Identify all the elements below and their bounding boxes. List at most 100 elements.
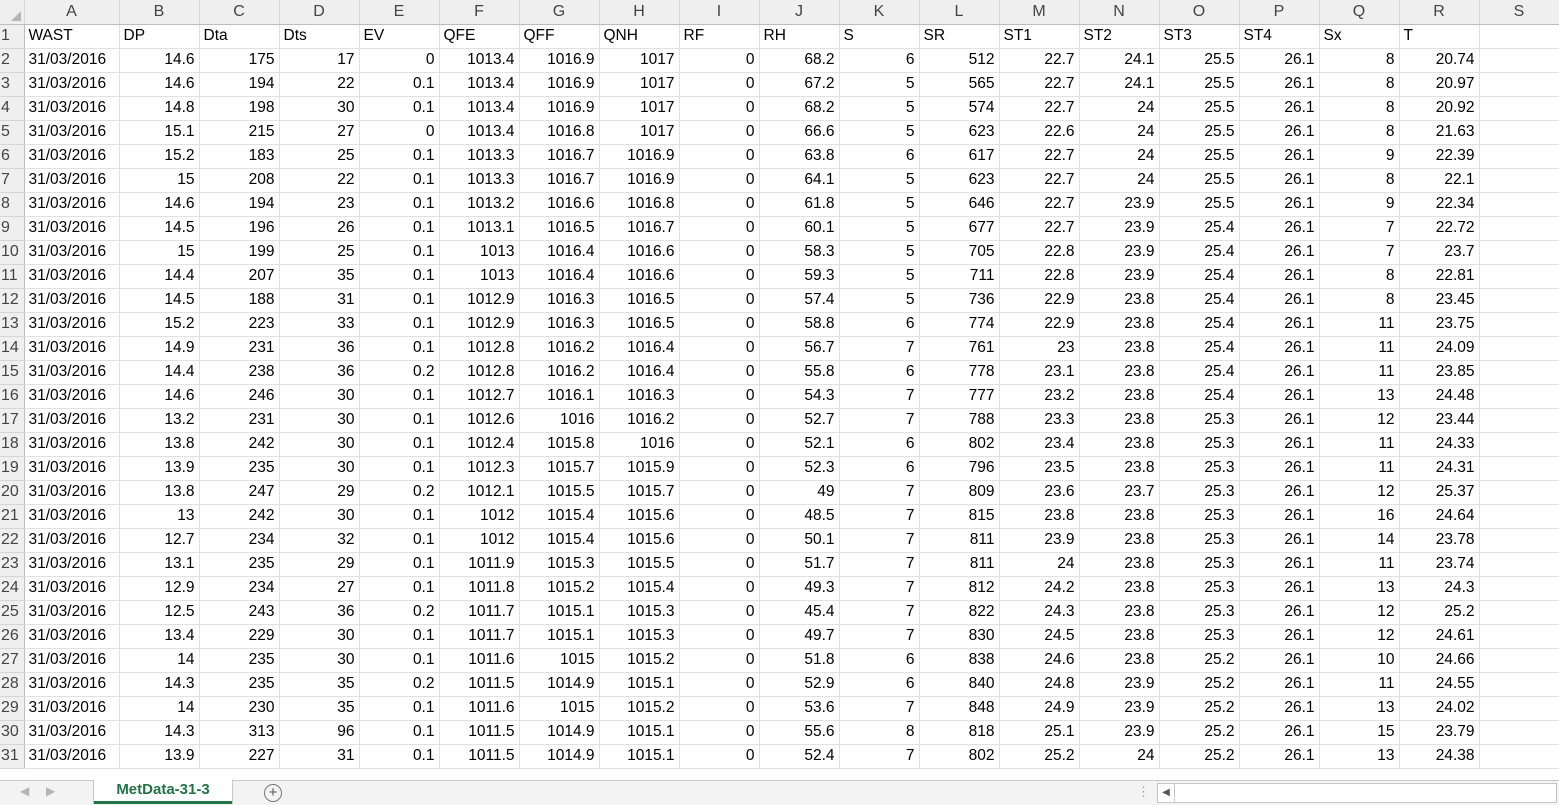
data-cell[interactable]: 8 xyxy=(839,720,920,745)
data-cell[interactable]: 14.3 xyxy=(119,672,200,697)
column-header[interactable]: D xyxy=(279,0,360,25)
data-cell[interactable]: 5 xyxy=(839,288,920,313)
data-cell[interactable]: 1015.7 xyxy=(519,456,600,481)
scroll-left-arrow-icon[interactable]: ◀ xyxy=(1158,784,1175,802)
data-cell[interactable]: 54.3 xyxy=(759,384,840,409)
data-cell[interactable]: 23.5 xyxy=(999,456,1080,481)
data-cell[interactable]: 23.8 xyxy=(999,504,1080,529)
data-cell[interactable]: 15 xyxy=(119,168,200,193)
data-cell[interactable]: 63.8 xyxy=(759,144,840,169)
data-cell[interactable]: 17 xyxy=(279,48,360,73)
data-cell[interactable]: 1012.6 xyxy=(439,408,520,433)
header-cell[interactable]: Dta xyxy=(199,24,280,49)
column-header[interactable]: S xyxy=(1479,0,1559,25)
data-cell[interactable]: 11 xyxy=(1319,336,1400,361)
data-cell[interactable]: 1015.6 xyxy=(599,528,680,553)
data-cell[interactable]: 53.6 xyxy=(759,696,840,721)
data-cell[interactable]: 1012.1 xyxy=(439,480,520,505)
data-cell[interactable]: 196 xyxy=(199,216,280,241)
sheet-tab-active[interactable]: MetData-31-3 xyxy=(94,780,232,804)
header-cell[interactable]: S xyxy=(839,24,920,49)
data-cell[interactable]: 23.8 xyxy=(1079,576,1160,601)
data-cell[interactable]: 0 xyxy=(679,312,760,337)
data-cell[interactable]: 11 xyxy=(1319,672,1400,697)
data-cell[interactable]: 25.3 xyxy=(1159,600,1240,625)
data-cell[interactable]: 23.8 xyxy=(1079,648,1160,673)
data-cell[interactable]: 24.5 xyxy=(999,624,1080,649)
data-cell[interactable]: 25.2 xyxy=(1399,600,1480,625)
data-cell[interactable]: 11 xyxy=(1319,456,1400,481)
data-cell[interactable]: 31/03/2016 xyxy=(24,648,120,673)
data-cell[interactable]: 25.5 xyxy=(1159,48,1240,73)
data-cell[interactable]: 6 xyxy=(839,432,920,457)
data-cell[interactable]: 0 xyxy=(679,264,760,289)
data-cell[interactable] xyxy=(1479,384,1559,409)
row-header[interactable]: 18 xyxy=(0,432,25,457)
data-cell[interactable] xyxy=(1479,360,1559,385)
data-cell[interactable]: 1016.4 xyxy=(519,264,600,289)
data-cell[interactable]: 23.8 xyxy=(1079,600,1160,625)
data-cell[interactable]: 5 xyxy=(839,168,920,193)
data-cell[interactable]: 0 xyxy=(679,504,760,529)
data-cell[interactable]: 736 xyxy=(919,288,1000,313)
data-cell[interactable]: 25.4 xyxy=(1159,384,1240,409)
data-cell[interactable]: 23.9 xyxy=(1079,240,1160,265)
row-header[interactable]: 29 xyxy=(0,696,25,721)
row-header[interactable]: 23 xyxy=(0,552,25,577)
data-cell[interactable]: 25 xyxy=(279,144,360,169)
data-cell[interactable]: 25.3 xyxy=(1159,576,1240,601)
header-cell[interactable]: QFF xyxy=(519,24,600,49)
data-cell[interactable]: 1016.4 xyxy=(599,360,680,385)
data-cell[interactable]: 623 xyxy=(919,168,1000,193)
data-cell[interactable] xyxy=(1479,720,1559,745)
data-cell[interactable]: 25.5 xyxy=(1159,144,1240,169)
data-cell[interactable]: 50.1 xyxy=(759,528,840,553)
row-header[interactable]: 19 xyxy=(0,456,25,481)
data-cell[interactable]: 0 xyxy=(359,120,440,145)
data-cell[interactable]: 31/03/2016 xyxy=(24,720,120,745)
data-cell[interactable]: 0 xyxy=(679,672,760,697)
data-cell[interactable]: 11 xyxy=(1319,312,1400,337)
data-cell[interactable]: 5 xyxy=(839,72,920,97)
data-cell[interactable]: 6 xyxy=(839,312,920,337)
data-cell[interactable]: 809 xyxy=(919,480,1000,505)
data-cell[interactable]: 26.1 xyxy=(1239,480,1320,505)
data-cell[interactable]: 25.5 xyxy=(1159,192,1240,217)
data-cell[interactable]: 838 xyxy=(919,648,1000,673)
data-cell[interactable]: 234 xyxy=(199,576,280,601)
data-cell[interactable]: 23.74 xyxy=(1399,552,1480,577)
data-cell[interactable]: 13.8 xyxy=(119,432,200,457)
data-cell[interactable]: 0.1 xyxy=(359,216,440,241)
data-cell[interactable]: 14.6 xyxy=(119,192,200,217)
data-cell[interactable]: 24.38 xyxy=(1399,744,1480,769)
data-cell[interactable]: 1016.8 xyxy=(599,192,680,217)
row-header[interactable]: 7 xyxy=(0,168,25,193)
data-cell[interactable]: 0.1 xyxy=(359,192,440,217)
row-header[interactable]: 11 xyxy=(0,264,25,289)
data-cell[interactable]: 23.8 xyxy=(1079,504,1160,529)
data-cell[interactable]: 24.31 xyxy=(1399,456,1480,481)
data-cell[interactable]: 1016.5 xyxy=(519,216,600,241)
data-cell[interactable]: 5 xyxy=(839,216,920,241)
data-cell[interactable]: 6 xyxy=(839,648,920,673)
row-header[interactable]: 30 xyxy=(0,720,25,745)
row-header[interactable]: 26 xyxy=(0,624,25,649)
data-cell[interactable]: 1013.2 xyxy=(439,192,520,217)
data-cell[interactable]: 23.7 xyxy=(1079,480,1160,505)
data-cell[interactable]: 0.1 xyxy=(359,72,440,97)
data-cell[interactable]: 23.9 xyxy=(1079,192,1160,217)
data-cell[interactable]: 1015.1 xyxy=(519,624,600,649)
data-cell[interactable]: 31/03/2016 xyxy=(24,504,120,529)
data-cell[interactable]: 1016.9 xyxy=(519,72,600,97)
data-cell[interactable]: 194 xyxy=(199,192,280,217)
data-cell[interactable]: 0 xyxy=(679,624,760,649)
data-cell[interactable]: 26.1 xyxy=(1239,48,1320,73)
data-cell[interactable]: 1012 xyxy=(439,504,520,529)
data-cell[interactable]: 1015.1 xyxy=(519,600,600,625)
row-header[interactable]: 2 xyxy=(0,48,25,73)
column-header[interactable]: O xyxy=(1159,0,1240,25)
data-cell[interactable]: 20.74 xyxy=(1399,48,1480,73)
data-cell[interactable]: 7 xyxy=(1319,216,1400,241)
data-cell[interactable]: 761 xyxy=(919,336,1000,361)
data-cell[interactable]: 30 xyxy=(279,96,360,121)
